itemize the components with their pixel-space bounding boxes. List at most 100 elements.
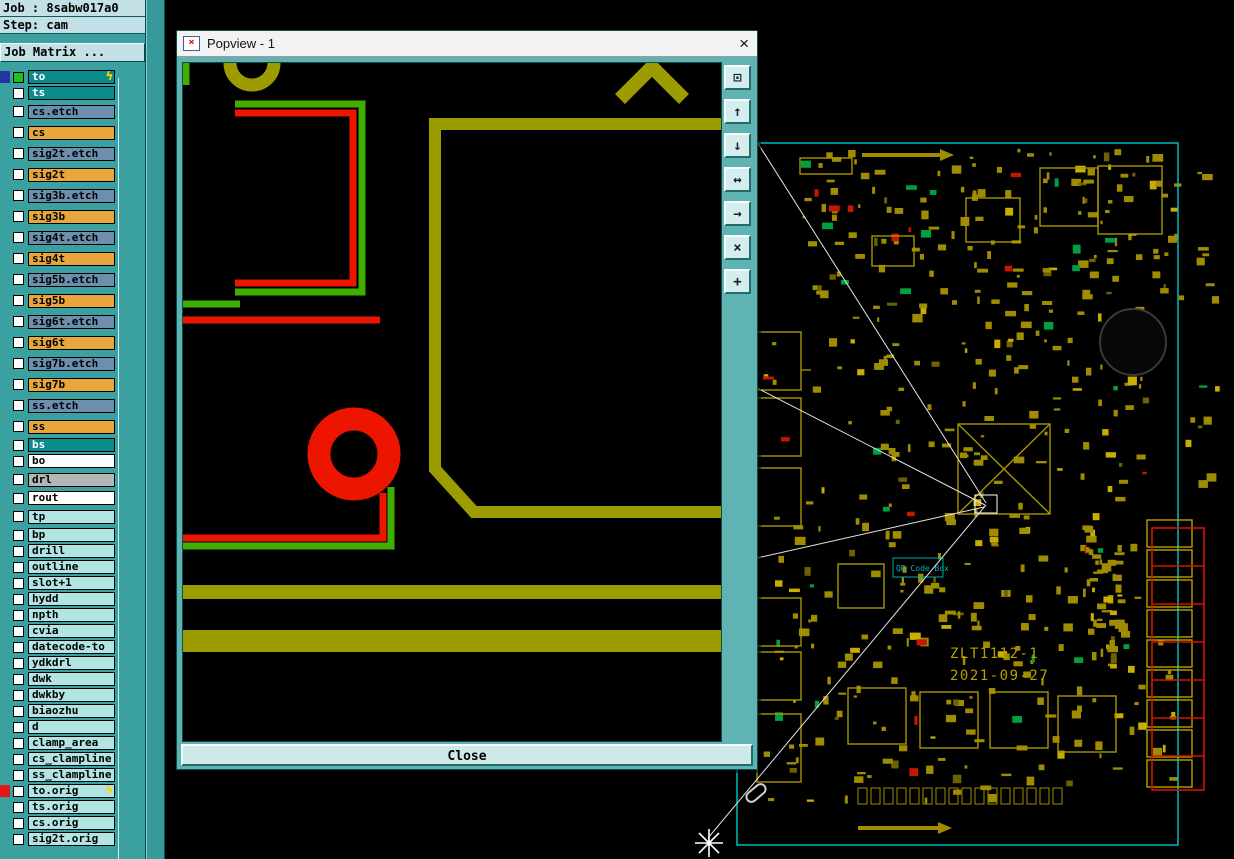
layer-visibility-checkbox[interactable]: [13, 71, 24, 83]
layer-visibility-checkbox[interactable]: [13, 274, 24, 285]
layer-name-bo[interactable]: bo: [28, 454, 115, 468]
layer-visibility-checkbox[interactable]: [13, 561, 24, 573]
layer-name-d[interactable]: d: [28, 720, 115, 734]
layer-name-cvia[interactable]: cvia: [28, 624, 115, 638]
layer-visibility-checkbox[interactable]: [13, 211, 24, 222]
layer-name-sig7b.etch[interactable]: sig7b.etch: [28, 356, 115, 371]
layer-name-dwkby[interactable]: dwkby: [28, 688, 115, 702]
layer-visibility-checkbox[interactable]: [13, 127, 24, 138]
scroll-down-button[interactable]: ↓: [724, 133, 751, 158]
layer-visibility-checkbox[interactable]: [13, 358, 24, 369]
layer-name-dwk[interactable]: dwk: [28, 672, 115, 686]
layer-name-hydd[interactable]: hydd: [28, 592, 115, 606]
layer-name-ydkdrl[interactable]: ydkdrl: [28, 656, 115, 670]
layer-name-sig2t.etch[interactable]: sig2t.etch: [28, 146, 115, 161]
layer-name-ts[interactable]: ts: [28, 86, 115, 100]
scroll-right-button[interactable]: →: [724, 201, 751, 226]
layer-name-npth[interactable]: npth: [28, 608, 115, 622]
scroll-up-button[interactable]: ↑: [724, 99, 751, 124]
popview-canvas[interactable]: [182, 57, 722, 742]
layer-visibility-checkbox[interactable]: [13, 689, 24, 701]
layer-visibility-checkbox[interactable]: [13, 511, 24, 522]
layer-name-ss_clampline[interactable]: ss_clampline: [28, 768, 115, 782]
layer-name-sig2t.orig[interactable]: sig2t.orig: [28, 832, 115, 846]
layer-visibility-checkbox[interactable]: [13, 593, 24, 605]
layer-visibility-checkbox[interactable]: [13, 87, 24, 99]
layer-visibility-checkbox[interactable]: [13, 190, 24, 201]
layer-name-cs_clampline[interactable]: cs_clampline: [28, 752, 115, 766]
layer-visibility-checkbox[interactable]: [13, 817, 24, 829]
layer-name-cs[interactable]: cs: [28, 125, 115, 140]
layer-visibility-checkbox[interactable]: [13, 492, 24, 504]
layer-name-sig7b[interactable]: sig7b: [28, 377, 115, 392]
popview-close-icon[interactable]: ×: [739, 35, 749, 52]
layer-visibility-checkbox[interactable]: [13, 609, 24, 621]
layer-name-outline[interactable]: outline: [28, 560, 115, 574]
layer-visibility-checkbox[interactable]: [13, 421, 24, 432]
layer-visibility-checkbox[interactable]: [13, 785, 24, 797]
layer-visibility-checkbox[interactable]: [13, 705, 24, 717]
layer-visibility-checkbox[interactable]: [13, 801, 24, 813]
layer-visibility-checkbox[interactable]: [13, 769, 24, 781]
layer-visibility-checkbox[interactable]: [13, 753, 24, 765]
layer-name-slot+1[interactable]: slot+1: [28, 576, 115, 590]
layer-visibility-checkbox[interactable]: [13, 232, 24, 243]
layer-name-sig4t[interactable]: sig4t: [28, 251, 115, 266]
layer-name-ts.orig[interactable]: ts.orig: [28, 800, 115, 814]
layer-visibility-checkbox[interactable]: [13, 474, 24, 485]
layer-visibility-checkbox[interactable]: [13, 545, 24, 557]
layer-name-to[interactable]: to ϟ: [28, 70, 115, 84]
red-work-indicator: [0, 785, 10, 797]
zoom-home-button[interactable]: ×: [724, 235, 751, 260]
layer-visibility-checkbox[interactable]: [13, 439, 24, 451]
layer-name-sig2t[interactable]: sig2t: [28, 167, 115, 182]
layer-name-datecode-to[interactable]: datecode-to: [28, 640, 115, 654]
layer-visibility-checkbox[interactable]: [13, 337, 24, 348]
duplicate-view-button[interactable]: ⊡: [724, 65, 751, 90]
layer-name-drl[interactable]: drl: [28, 472, 115, 487]
layer-name-to.orig[interactable]: to.orig ϟ: [28, 784, 115, 798]
layer-name-biaozhu[interactable]: biaozhu: [28, 704, 115, 718]
layer-visibility-checkbox[interactable]: [13, 253, 24, 264]
layer-visibility-checkbox[interactable]: [13, 295, 24, 306]
layer-visibility-checkbox[interactable]: [13, 316, 24, 327]
scroll-horizontal-button[interactable]: ↔: [724, 167, 751, 192]
layer-name-sig4t.etch[interactable]: sig4t.etch: [28, 230, 115, 245]
layer-visibility-checkbox[interactable]: [13, 625, 24, 637]
layer-visibility-checkbox[interactable]: [13, 455, 24, 467]
layer-visibility-checkbox[interactable]: [13, 379, 24, 390]
layer-name-drill[interactable]: drill: [28, 544, 115, 558]
layer-visibility-checkbox[interactable]: [13, 529, 24, 541]
layer-name-clamp_area[interactable]: clamp_area: [28, 736, 115, 750]
layer-visibility-checkbox[interactable]: [13, 169, 24, 180]
layer-name-sig5b[interactable]: sig5b: [28, 293, 115, 308]
layer-name-rout[interactable]: rout: [28, 491, 115, 505]
layer-visibility-checkbox[interactable]: [13, 721, 24, 733]
layer-name-sig6t.etch[interactable]: sig6t.etch: [28, 314, 115, 329]
layer-name-tp[interactable]: tp: [28, 509, 115, 524]
layer-visibility-checkbox[interactable]: [13, 400, 24, 411]
pan-view-button[interactable]: +: [724, 269, 751, 294]
layer-visibility-checkbox[interactable]: [13, 577, 24, 589]
layer-name-ss.etch[interactable]: ss.etch: [28, 398, 115, 413]
popview-close-button[interactable]: Close: [181, 744, 753, 766]
layer-name-sig3b[interactable]: sig3b: [28, 209, 115, 224]
layer-visibility-checkbox[interactable]: [13, 106, 24, 117]
layer-name-sig6t[interactable]: sig6t: [28, 335, 115, 350]
sidebar-splitter[interactable]: [145, 0, 165, 859]
job-matrix-button[interactable]: Job Matrix ...: [0, 43, 145, 62]
layer-name-bp[interactable]: bp: [28, 528, 115, 542]
layer-name-ss[interactable]: ss: [28, 419, 115, 434]
layer-visibility-checkbox[interactable]: [13, 673, 24, 685]
layer-visibility-checkbox[interactable]: [13, 657, 24, 669]
layer-name-cs.orig[interactable]: cs.orig: [28, 816, 115, 830]
layer-visibility-checkbox[interactable]: [13, 833, 24, 845]
layer-name-bs[interactable]: bs: [28, 438, 115, 452]
popview-titlebar[interactable]: × Popview - 1 ×: [177, 31, 757, 57]
layer-visibility-checkbox[interactable]: [13, 737, 24, 749]
layer-visibility-checkbox[interactable]: [13, 641, 24, 653]
layer-name-cs.etch[interactable]: cs.etch: [28, 104, 115, 119]
layer-visibility-checkbox[interactable]: [13, 148, 24, 159]
layer-name-sig3b.etch[interactable]: sig3b.etch: [28, 188, 115, 203]
layer-name-sig5b.etch[interactable]: sig5b.etch: [28, 272, 115, 287]
